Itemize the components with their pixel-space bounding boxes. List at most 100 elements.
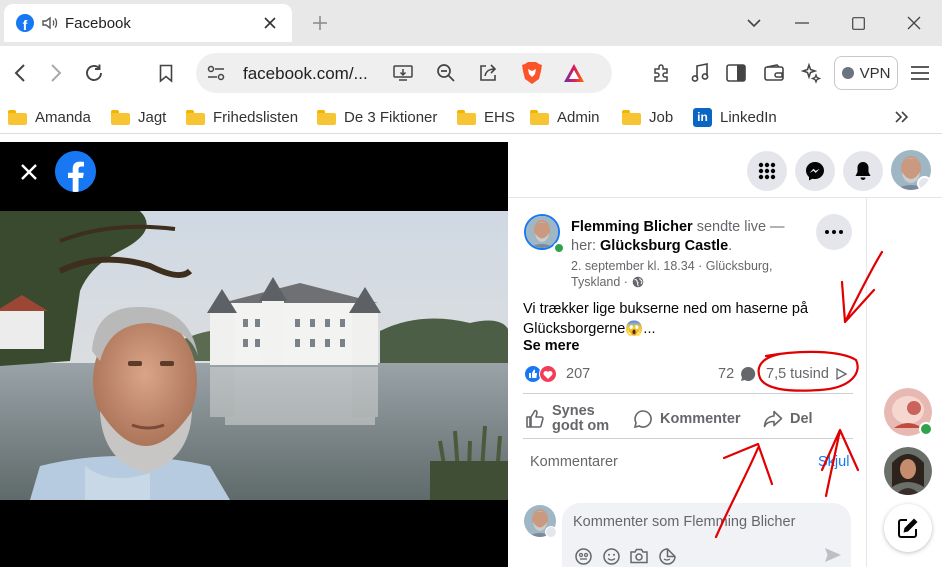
hide-comments-link[interactable]: Skjul <box>818 454 849 470</box>
minimize-icon[interactable] <box>774 0 830 46</box>
speaker-icon[interactable] <box>41 14 59 32</box>
contact-avatar[interactable] <box>884 447 932 495</box>
view-count-link[interactable]: 7,5 tusind <box>766 366 847 382</box>
more-bookmarks-chevron-icon[interactable] <box>890 105 914 129</box>
linkedin-icon: in <box>693 107 712 127</box>
brave-shield-icon[interactable] <box>518 59 546 87</box>
comment-count-link[interactable]: 72 <box>718 366 756 382</box>
bookmark-label: Frihedslisten <box>213 108 299 126</box>
bookmark-linkedin[interactable]: in LinkedIn <box>693 107 777 127</box>
account-profile-avatar[interactable] <box>891 150 931 190</box>
wallet-icon[interactable] <box>760 59 788 87</box>
new-tab-icon[interactable] <box>308 11 332 35</box>
bookmark-amanda[interactable]: Amanda <box>8 107 91 127</box>
leo-ai-icon[interactable] <box>797 59 825 87</box>
close-tab-icon[interactable] <box>260 13 280 33</box>
bookmark-label: Jagt <box>138 108 167 126</box>
extensions-puzzle-icon[interactable] <box>648 59 676 87</box>
bookmark-frihedslisten[interactable]: Frihedslisten <box>186 107 298 127</box>
post-timestamp-link[interactable]: 2. september kl. 18.34 · Glücksburg, <box>571 258 791 274</box>
share-arrow-icon <box>763 410 783 428</box>
facebook-logo-icon[interactable] <box>55 151 96 192</box>
bookmark-ehs[interactable]: EHS <box>457 107 515 127</box>
folder-icon <box>111 109 130 125</box>
live-video-frame[interactable] <box>0 211 508 500</box>
browser-toolbar: facebook.com/... VPN <box>0 46 942 100</box>
comment-button[interactable]: Kommenter <box>633 404 741 434</box>
video-viewer <box>0 142 508 567</box>
reactions-summary[interactable]: 207 <box>524 364 590 384</box>
bookmark-label: Job <box>649 108 674 126</box>
see-more-link[interactable]: Se mere <box>523 338 579 354</box>
view-count: 7,5 tusind <box>766 366 829 382</box>
bookmark-admin[interactable]: Admin <box>530 107 600 127</box>
zoom-icon[interactable] <box>432 59 460 87</box>
author-name-link[interactable]: Flemming Blicher <box>571 219 693 235</box>
play-icon <box>835 368 847 380</box>
vpn-button[interactable]: VPN <box>834 56 898 90</box>
url-text[interactable]: facebook.com/... <box>243 64 368 84</box>
menu-grid-icon[interactable] <box>747 151 787 191</box>
post-panel: Flemming Blicher sendte live — her: Glüc… <box>508 142 866 567</box>
comments-header: Kommentarer <box>530 454 618 470</box>
new-message-compose-icon[interactable] <box>884 504 932 552</box>
comment-input[interactable]: Kommenter som Flemming Blicher <box>562 503 851 567</box>
maximize-icon[interactable] <box>830 0 886 46</box>
close-window-icon[interactable] <box>886 0 942 46</box>
account-chevron-icon <box>917 176 931 190</box>
comment-count: 72 <box>718 366 735 382</box>
post-author-line: Flemming Blicher sendte live — her: Glüc… <box>571 218 811 256</box>
avatar-sticker-icon[interactable] <box>574 547 592 565</box>
bookmark-job[interactable]: Job <box>622 107 673 127</box>
address-bar[interactable]: facebook.com/... <box>196 53 612 93</box>
location-suffix: . <box>728 238 733 254</box>
here-prefix: her: <box>571 238 596 254</box>
back-arrow-icon[interactable] <box>6 59 34 87</box>
forward-arrow-icon[interactable] <box>42 59 70 87</box>
divider <box>523 438 853 439</box>
love-reaction-icon <box>539 365 557 383</box>
post-body-text: Vi trækker lige bukserne ned om haserne … <box>523 299 848 339</box>
more-options-icon[interactable] <box>816 214 852 250</box>
bookmark-label: Amanda <box>35 108 91 126</box>
vpn-status-dot-icon <box>841 67 854 79</box>
bookmark-label: EHS <box>484 108 515 126</box>
comment-bubble-icon <box>740 366 756 382</box>
camera-icon[interactable] <box>630 547 648 565</box>
like-button[interactable]: Synes godt om <box>525 404 609 434</box>
thumbs-up-icon <box>525 409 545 429</box>
share-icon[interactable] <box>474 59 502 87</box>
contact-online-icon <box>919 422 933 436</box>
bookmarks-bar: Amanda Jagt Frihedslisten De 3 Fiktioner… <box>0 100 942 134</box>
folder-icon <box>530 109 549 125</box>
tab-strip: f Facebook <box>0 0 942 46</box>
folder-icon <box>317 109 336 125</box>
bookmark-jagt[interactable]: Jagt <box>111 107 166 127</box>
like-label: Synes godt om <box>552 404 609 434</box>
site-settings-icon[interactable] <box>202 59 230 87</box>
install-app-icon[interactable] <box>389 59 417 87</box>
media-music-icon[interactable] <box>686 59 714 87</box>
online-status-icon <box>553 242 565 254</box>
notifications-bell-icon[interactable] <box>843 151 883 191</box>
emoji-icon[interactable] <box>602 547 620 565</box>
avatar-chevron-icon[interactable] <box>545 526 557 538</box>
menu-hamburger-icon[interactable] <box>906 59 934 87</box>
brave-rewards-icon[interactable] <box>560 59 588 87</box>
globe-icon <box>632 276 644 288</box>
tab-title: Facebook <box>65 14 131 32</box>
messenger-icon[interactable] <box>795 151 835 191</box>
tab-list-chevron-icon[interactable] <box>734 0 774 46</box>
video-still-image <box>0 211 508 500</box>
location-link[interactable]: Glücksburg Castle <box>600 238 728 254</box>
bookmark-de-3-fiktioner[interactable]: De 3 Fiktioner <box>317 107 437 127</box>
bookmark-label: LinkedIn <box>720 108 777 126</box>
browser-tab-facebook[interactable]: f Facebook <box>4 4 292 42</box>
close-viewer-icon[interactable] <box>16 159 42 185</box>
sticker-icon[interactable] <box>658 547 676 565</box>
bookmark-page-icon[interactable] <box>152 59 180 87</box>
sidebar-toggle-icon[interactable] <box>722 59 750 87</box>
share-button[interactable]: Del <box>763 404 813 434</box>
send-icon[interactable] <box>824 547 844 567</box>
reload-icon[interactable] <box>80 59 108 87</box>
